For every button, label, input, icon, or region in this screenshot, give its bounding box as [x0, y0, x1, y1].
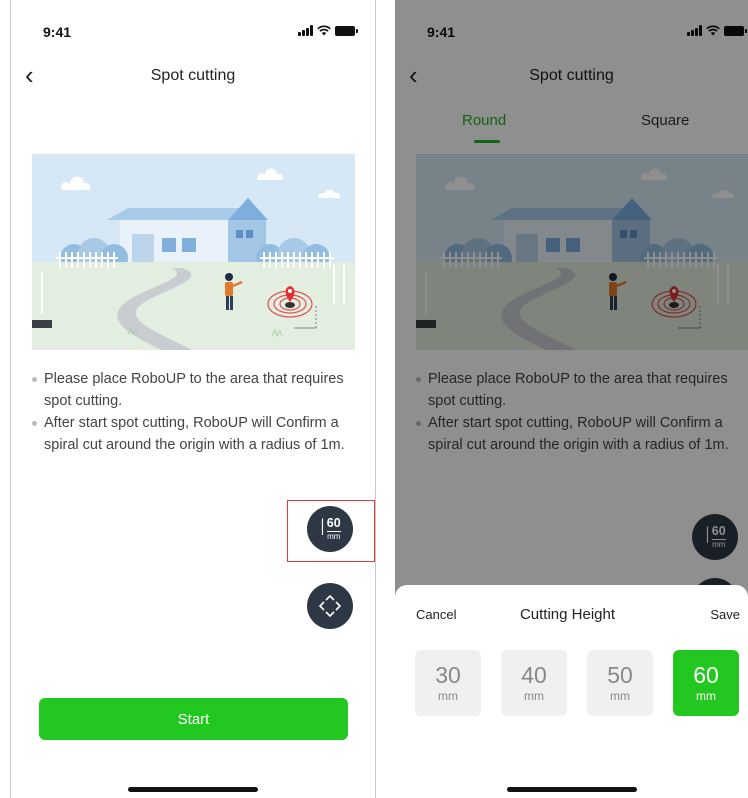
signal-icon [298, 25, 313, 36]
home-indicator[interactable] [506, 787, 637, 792]
option-unit: mm [610, 689, 630, 703]
height-option-40[interactable]: 40 mm [501, 650, 567, 716]
start-button[interactable]: Start [39, 698, 348, 740]
nav-bar: ‹ Spot cutting [11, 58, 375, 94]
cutting-height-sheet: Cancel Cutting Height Save 30 mm 40 mm 5… [395, 585, 748, 798]
page-title: Spot cutting [150, 67, 236, 84]
modal-overlay[interactable] [395, 0, 748, 600]
option-value: 50 [607, 662, 633, 688]
status-bar: 9:41 [11, 0, 375, 60]
option-value: 30 [435, 662, 461, 688]
bullet-icon [32, 377, 37, 382]
option-value: 40 [521, 662, 547, 688]
tip-text: After start spot cutting, RoboUP will Co… [44, 415, 345, 453]
battery-icon [335, 26, 358, 36]
status-icons [298, 25, 358, 36]
wifi-icon [317, 25, 331, 36]
option-unit: mm [524, 689, 544, 703]
instruction-list: Please place RoboUP to the area that req… [31, 369, 357, 457]
tip-text: Please place RoboUP to the area that req… [44, 371, 344, 409]
phone-screen-left: 9:41 ‹ Spot cutting Please place RoboUP … [10, 0, 376, 798]
sheet-title: Cutting Height [519, 606, 616, 623]
option-value: 60 [693, 662, 719, 688]
home-indicator[interactable] [128, 787, 258, 792]
spot-cutting-illustration [32, 154, 355, 350]
height-options: 30 mm 40 mm 50 mm 60 mm [415, 650, 739, 716]
bullet-icon [32, 421, 37, 426]
height-option-50[interactable]: 50 mm [587, 650, 653, 716]
height-option-60[interactable]: 60 mm [673, 650, 739, 716]
direction-arrows-icon [318, 594, 342, 618]
direction-control-button[interactable] [307, 583, 353, 629]
option-unit: mm [438, 689, 458, 703]
height-option-30[interactable]: 30 mm [415, 650, 481, 716]
phone-screen-right: 9:41 ‹ Spot cutting Round Square Please … [395, 0, 748, 798]
option-unit: mm [696, 689, 716, 703]
list-item: Please place RoboUP to the area that req… [31, 369, 357, 412]
save-button[interactable]: Save [710, 607, 740, 622]
list-item: After start spot cutting, RoboUP will Co… [31, 413, 357, 456]
status-time: 9:41 [43, 24, 72, 40]
highlight-box [287, 500, 375, 562]
